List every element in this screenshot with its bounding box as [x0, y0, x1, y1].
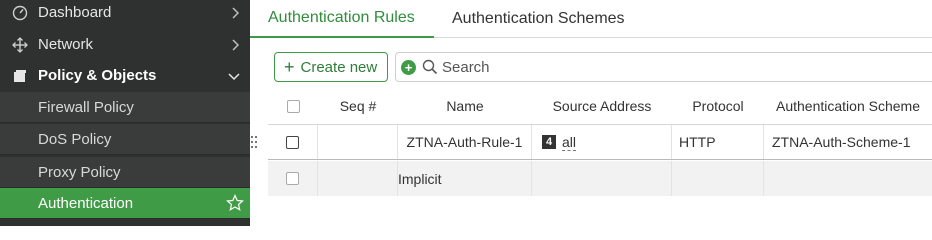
sidebar-item-firewall-policy[interactable]: Firewall Policy	[0, 92, 250, 123]
column-label: Authentication Scheme	[776, 98, 920, 114]
column-label: Protocol	[692, 98, 744, 114]
source-address-link[interactable]: all	[562, 134, 577, 151]
source-address-cell: 4 all	[532, 125, 672, 159]
tab-label: Authentication Schemes	[452, 10, 625, 27]
row-checkbox[interactable]	[286, 172, 299, 185]
name-cell: ZTNA-Auth-Rule-1	[398, 125, 532, 159]
protocol-cell: HTTP	[672, 125, 764, 159]
sidebar-item-label: Network	[38, 36, 94, 53]
search-icon	[422, 59, 438, 75]
drag-handle-icon[interactable]	[250, 133, 258, 153]
chevron-right-icon	[230, 29, 240, 60]
tab-bar: Authentication Rules Authentication Sche…	[250, 0, 932, 38]
chevron-down-icon	[228, 60, 240, 91]
network-move-icon	[12, 36, 28, 53]
seq-cell	[318, 161, 398, 196]
sidebar-subitem-label: Authentication	[38, 194, 134, 212]
column-header-protocol[interactable]: Protocol	[672, 90, 764, 122]
sidebar-item-authentication[interactable]: Authentication	[0, 188, 250, 219]
scheme-cell: ZTNA-Auth-Scheme-1	[764, 125, 932, 159]
create-new-label: Create new	[300, 58, 378, 76]
column-header-authentication-scheme[interactable]: Authentication Scheme	[764, 90, 932, 122]
chevron-right-icon	[230, 0, 240, 28]
sidebar: Dashboard Network Policy & Objects Firew…	[0, 0, 250, 226]
protocol-cell	[672, 161, 764, 196]
rule-name: Implicit	[398, 170, 442, 187]
row-checkbox-cell	[268, 161, 318, 196]
scheme-cell	[764, 161, 932, 196]
sidebar-item-network[interactable]: Network	[0, 29, 250, 60]
sidebar-subitem-label: Proxy Policy	[38, 163, 121, 181]
create-new-button[interactable]: + Create new	[274, 52, 388, 82]
sidebar-item-dos-policy[interactable]: DoS Policy	[0, 124, 250, 155]
star-favorite-icon[interactable]	[226, 194, 244, 212]
sidebar-item-label: Dashboard	[38, 4, 112, 21]
search-placeholder: Search	[442, 58, 490, 76]
protocol-value: HTTP	[679, 134, 716, 150]
address-count-badge: 4	[542, 135, 556, 149]
sidebar-subitem-label: Firewall Policy	[38, 98, 134, 116]
sidebar-item-label: Policy & Objects	[38, 67, 157, 84]
sidebar-item-policy-objects[interactable]: Policy & Objects	[0, 60, 250, 91]
tab-label: Authentication Rules	[268, 9, 415, 26]
table-header: Seq # Name Source Address Protocol Authe…	[268, 90, 932, 122]
column-label: Source Address	[552, 98, 652, 114]
table-row[interactable]: ZTNA-Auth-Rule-1 4 all HTTP ZTNA-Auth-Sc…	[250, 124, 932, 160]
plus-icon: +	[284, 57, 295, 77]
table-row-implicit[interactable]: Implicit	[268, 161, 932, 196]
rule-name: ZTNA-Auth-Rule-1	[406, 134, 523, 150]
row-checkbox[interactable]	[286, 135, 299, 149]
column-header-name[interactable]: Name	[398, 90, 532, 122]
row-checkbox-cell	[268, 125, 318, 159]
name-cell: Implicit	[398, 161, 532, 196]
column-header-seq[interactable]: Seq #	[318, 90, 398, 122]
select-all-checkbox[interactable]	[268, 90, 318, 122]
dashboard-icon	[12, 5, 28, 21]
sidebar-subitem-label: DoS Policy	[38, 130, 112, 148]
scheme-value: ZTNA-Auth-Scheme-1	[772, 134, 911, 150]
source-address-cell	[532, 161, 672, 196]
policy-icon	[12, 68, 28, 84]
column-label: Name	[446, 98, 484, 114]
checkbox[interactable]	[286, 99, 300, 113]
column-label: Seq #	[339, 98, 377, 114]
add-filter-icon[interactable]: +	[401, 59, 416, 75]
seq-cell	[318, 125, 398, 159]
sidebar-item-dashboard[interactable]: Dashboard	[0, 0, 250, 28]
search-input[interactable]: + Search	[395, 52, 932, 82]
toolbar: + Create new + Search	[250, 48, 932, 84]
column-header-source-address[interactable]: Source Address	[532, 90, 672, 122]
tab-authentication-rules[interactable]: Authentication Rules	[250, 0, 434, 38]
sidebar-item-proxy-policy[interactable]: Proxy Policy	[0, 157, 250, 188]
tab-authentication-schemes[interactable]: Authentication Schemes	[452, 0, 652, 38]
